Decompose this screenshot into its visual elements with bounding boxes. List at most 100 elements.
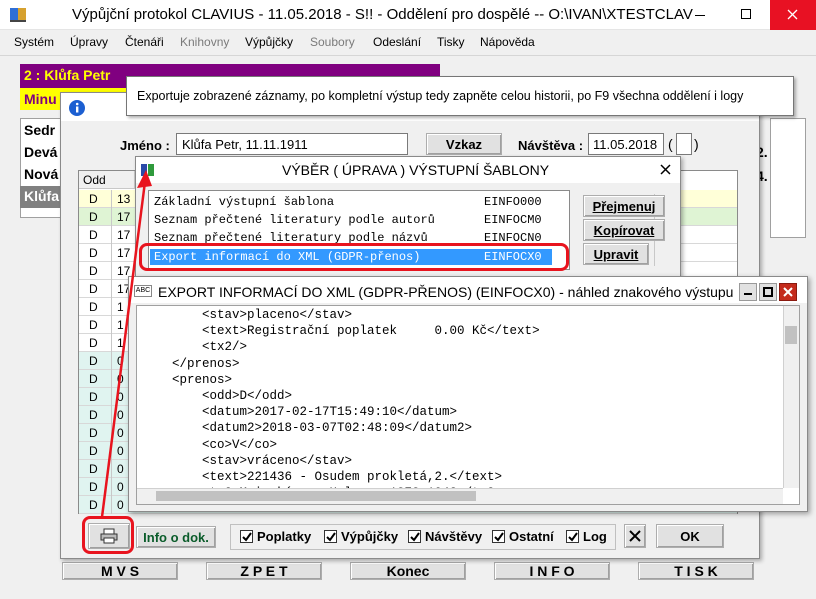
preview-close-button[interactable]	[779, 283, 797, 301]
row-number: 0	[117, 444, 124, 458]
row-number: 1	[117, 336, 124, 350]
maximize-icon	[763, 287, 773, 297]
row-separator	[111, 298, 112, 316]
template-code: EINFOCM0	[484, 213, 542, 227]
template-item[interactable]: Seznam přečtené literatury podle autorů E…	[150, 212, 552, 228]
close-icon	[660, 164, 671, 175]
reader-item[interactable]: Devá	[24, 144, 57, 160]
row-odd: D	[89, 282, 98, 296]
preview-maximize-button[interactable]	[759, 283, 777, 301]
grid-header-odd[interactable]: Odd	[79, 171, 135, 189]
reader-item[interactable]: Sedr	[24, 122, 55, 138]
ok-button[interactable]: OK	[656, 524, 724, 548]
row-separator	[111, 388, 112, 406]
info-button[interactable]: I N F O	[494, 562, 610, 580]
row-odd: D	[89, 336, 98, 350]
menu-upravy[interactable]: Úpravy	[70, 35, 108, 49]
row-odd: D	[89, 228, 98, 242]
menu-vypujcky[interactable]: Výpůjčky	[245, 35, 293, 49]
maximize-button[interactable]	[724, 0, 770, 30]
mvs-button[interactable]: M V S	[62, 562, 178, 580]
row-separator	[111, 496, 112, 514]
check-icon	[241, 531, 252, 542]
konec-button[interactable]: Konec	[350, 562, 466, 580]
checkbox[interactable]	[492, 530, 505, 543]
menu-ctenari[interactable]: Čtenáři	[125, 35, 164, 49]
row-separator	[111, 370, 112, 388]
close-icon	[787, 9, 798, 20]
checkbox-label: Log	[583, 529, 607, 544]
row-separator	[111, 424, 112, 442]
row-number: 0	[117, 462, 124, 476]
upravit-button[interactable]: Upravit	[583, 243, 649, 265]
cross-icon	[629, 530, 641, 542]
print-highlight	[82, 516, 134, 554]
menu-soubory[interactable]: Soubory	[310, 35, 355, 49]
row-odd: D	[89, 210, 98, 224]
navsteva-field[interactable]: 11.05.2018	[588, 133, 664, 155]
visit-count-field[interactable]	[676, 133, 692, 155]
template-close-button[interactable]	[656, 160, 676, 180]
template-name: Základní výstupní šablona	[154, 195, 335, 209]
checkbox[interactable]	[240, 530, 253, 543]
row-odd: D	[89, 408, 98, 422]
row-number: 0	[117, 354, 124, 368]
checkbox[interactable]	[324, 530, 337, 543]
preview-line: <text>Registrační poplatek 0.00 Kč</text…	[142, 324, 540, 339]
checkbox[interactable]	[408, 530, 421, 543]
row-number: 0	[117, 408, 124, 422]
row-number: 17	[117, 210, 131, 224]
main-titlebar: Výpůjční protokol CLAVIUS - 11.05.2018 -…	[0, 0, 816, 30]
row-separator	[111, 406, 112, 424]
right-panel	[770, 118, 806, 238]
menu-bar: Systém Úpravy Čtenáři Knihovny Výpůjčky …	[0, 30, 816, 56]
preview-hscroll-thumb[interactable]	[156, 491, 476, 501]
minimize-icon	[744, 293, 752, 295]
vzkaz-button[interactable]: Vzkaz	[426, 133, 502, 155]
preview-title: EXPORT INFORMACÍ DO XML (GDPR-PŘENOS) (E…	[158, 284, 734, 300]
row-odd: D	[89, 426, 98, 440]
row-separator	[111, 334, 112, 352]
check-icon	[567, 531, 578, 542]
row-number: 0	[117, 390, 124, 404]
info-o-dok-button[interactable]: Info o dok.	[136, 526, 216, 548]
row-odd: D	[89, 462, 98, 476]
reader-item[interactable]: Nová	[24, 166, 58, 182]
paren-left: (	[668, 136, 673, 152]
row-odd: D	[89, 300, 98, 314]
row-number: 1	[117, 300, 124, 314]
preview-line: <datum>2017-02-17T15:49:10</datum>	[142, 405, 458, 420]
zpet-button[interactable]: Z P E T	[206, 562, 322, 580]
row-separator	[111, 478, 112, 496]
name-field[interactable]: Klůfa Petr, 11.11.1911	[176, 133, 408, 155]
minimize-button[interactable]	[678, 0, 724, 30]
cancel-x-button[interactable]	[624, 524, 646, 548]
template-item[interactable]: Základní výstupní šablona EINFO000	[150, 194, 552, 210]
row-number: 17	[117, 246, 131, 260]
menu-system[interactable]: Systém	[14, 35, 54, 49]
row-separator	[111, 352, 112, 370]
close-button[interactable]	[770, 0, 816, 30]
template-dialog-title: VÝBĚR ( ÚPRAVA ) VÝSTUPNÍ ŠABLONY	[282, 162, 550, 178]
menu-napoveda[interactable]: Nápověda	[480, 35, 535, 49]
row-separator	[111, 244, 112, 262]
preview-line: <co>V</co>	[142, 437, 278, 452]
preview-minimize-button[interactable]	[739, 283, 757, 301]
preview-line: <text>221436 - Osudem prokletá,2.</text>	[142, 470, 503, 484]
checkbox[interactable]	[566, 530, 579, 543]
prejmenuj-button[interactable]: Přejmenuj	[583, 195, 665, 217]
navsteva-label: Návštěva :	[518, 138, 584, 153]
row-separator	[111, 208, 112, 226]
tisk-button[interactable]: T I S K	[638, 562, 754, 580]
preview-vscroll-thumb[interactable]	[785, 326, 797, 344]
kopirovat-button[interactable]: Kopírovat	[583, 219, 665, 241]
row-odd: D	[89, 318, 98, 332]
menu-tisky[interactable]: Tisky	[437, 35, 465, 49]
row-odd: D	[89, 498, 98, 512]
row-number: 0	[117, 372, 124, 386]
preview-line: <datum2>2018-03-07T02:48:09</datum2>	[142, 421, 473, 436]
menu-odeslani[interactable]: Odeslání	[373, 35, 421, 49]
row-separator	[111, 460, 112, 478]
menu-knihovny[interactable]: Knihovny	[180, 35, 229, 49]
check-icon	[409, 531, 420, 542]
